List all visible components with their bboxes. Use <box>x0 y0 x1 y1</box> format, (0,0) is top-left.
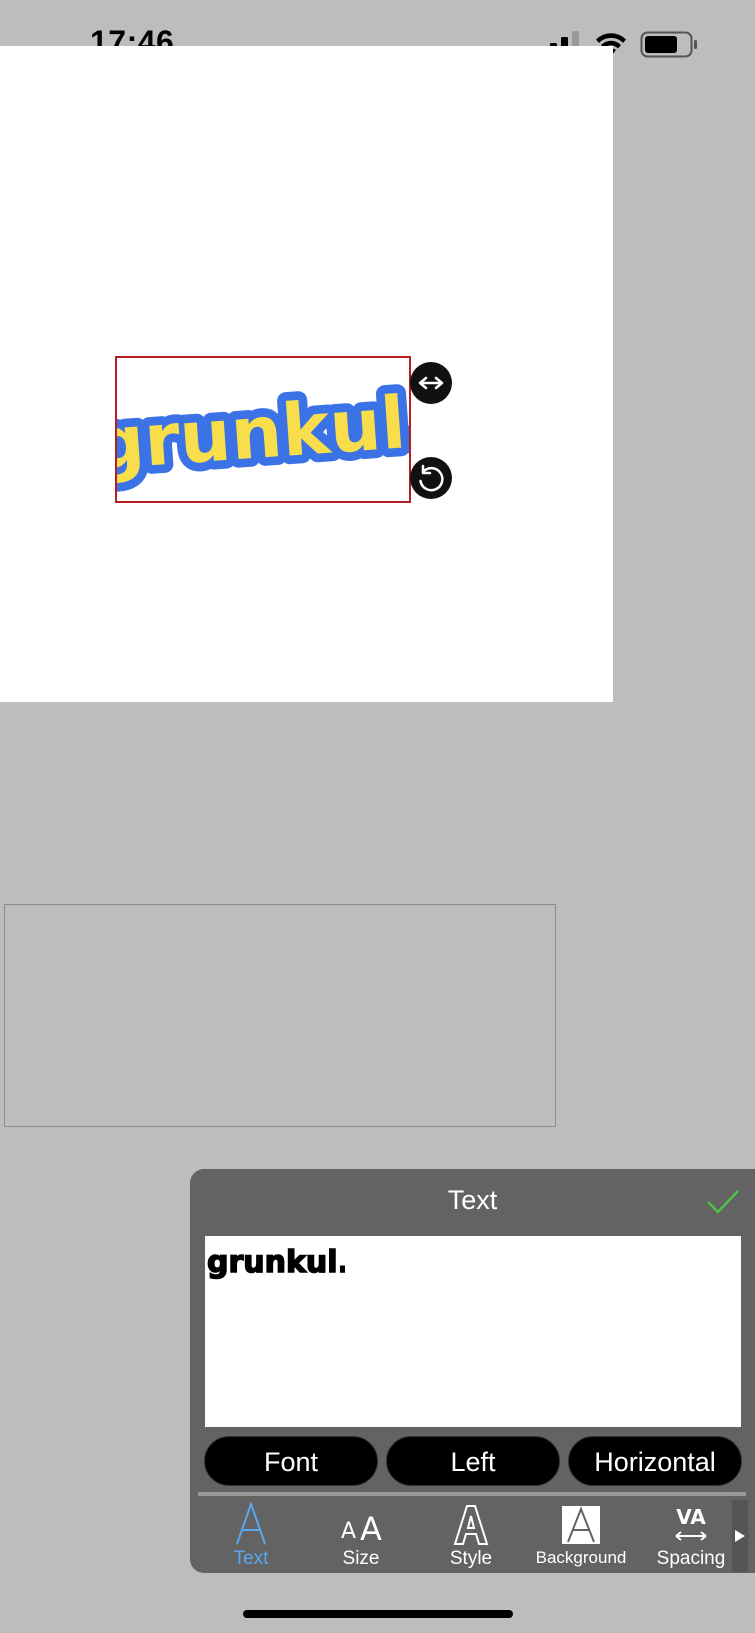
tab-text[interactable]: Text <box>198 1500 304 1570</box>
rotate-handle[interactable] <box>410 457 452 499</box>
placeholder-frame <box>4 904 556 1127</box>
tab-style-label: Style <box>449 1548 493 1569</box>
confirm-button[interactable] <box>705 1187 741 1217</box>
preview-text-render: grunkul. <box>206 1244 345 1281</box>
svg-text:A: A <box>360 1510 382 1546</box>
tab-text-label: Text <box>233 1548 269 1569</box>
resize-horizontal-icon <box>418 376 444 390</box>
chevron-right-icon <box>735 1530 745 1542</box>
text-layer-render: grunkul. grunkul. <box>117 370 409 495</box>
preview-text: grunkul. <box>207 1245 345 1280</box>
selected-text-layer[interactable]: grunkul. grunkul. <box>115 356 411 503</box>
background-a-icon <box>528 1502 634 1546</box>
tab-spacing[interactable]: VA Spacing <box>638 1500 744 1570</box>
direction-button[interactable]: Horizontal <box>568 1436 742 1486</box>
outline-a-icon <box>418 1502 524 1546</box>
align-button[interactable]: Left <box>386 1436 560 1486</box>
checkmark-icon <box>707 1190 739 1214</box>
letter-a-icon <box>198 1500 304 1546</box>
text-edit-panel: Text grunkul. Font Left Horizontal Text … <box>190 1169 755 1573</box>
text-layer-fill: grunkul. <box>117 378 409 486</box>
tab-scroll-right[interactable] <box>732 1500 748 1572</box>
battery-icon <box>640 31 697 58</box>
font-size-icon: A A <box>308 1502 414 1548</box>
tab-spacing-label: Spacing <box>656 1548 726 1569</box>
tab-style[interactable]: Style <box>418 1500 524 1570</box>
tab-size-label: Size <box>342 1548 380 1569</box>
rotate-icon <box>419 464 444 492</box>
svg-text:VA: VA <box>676 1505 706 1529</box>
text-input-area[interactable]: grunkul. <box>205 1236 741 1427</box>
design-canvas[interactable]: grunkul. grunkul. <box>0 46 613 702</box>
tab-background-label: Background <box>535 1548 627 1567</box>
tab-size[interactable]: A A Size <box>308 1500 414 1570</box>
spacing-icon: VA <box>638 1502 744 1546</box>
home-indicator[interactable] <box>243 1610 513 1618</box>
font-button[interactable]: Font <box>204 1436 378 1486</box>
svg-text:A: A <box>341 1519 356 1544</box>
resize-handle[interactable] <box>410 362 452 404</box>
panel-title: Text <box>447 1185 498 1215</box>
tab-background[interactable]: Background <box>528 1500 634 1570</box>
text-options-row: Font Left Horizontal <box>204 1436 744 1488</box>
tool-tab-bar: Text A A Size Style Background VA Spacin… <box>198 1492 748 1572</box>
